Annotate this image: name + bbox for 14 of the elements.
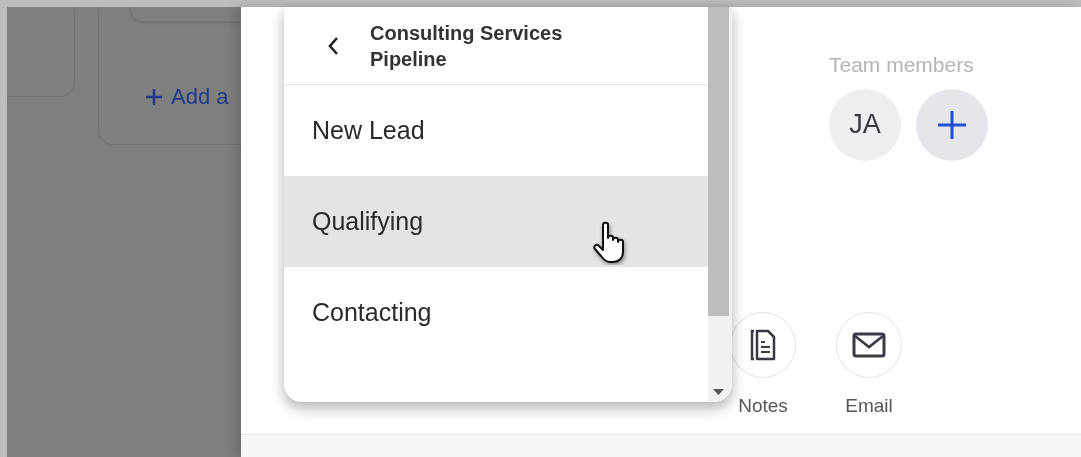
scrollbar[interactable]: [708, 7, 732, 402]
document-icon: [749, 328, 777, 362]
avatar[interactable]: JA: [829, 88, 901, 161]
envelope-icon: [852, 331, 886, 359]
action-label: Email: [845, 394, 893, 418]
chevron-left-icon: [327, 35, 339, 56]
scrollbar-thumb[interactable]: [708, 7, 729, 316]
section-label: Team members: [829, 52, 975, 78]
scroll-down-icon[interactable]: [713, 389, 724, 395]
action-label: Notes: [738, 394, 788, 418]
menu-item[interactable]: Qualifying: [284, 176, 708, 267]
plus-icon: [145, 87, 163, 106]
menu-title: Consulting Services Pipeline: [370, 20, 564, 72]
plus-icon: [937, 109, 967, 140]
